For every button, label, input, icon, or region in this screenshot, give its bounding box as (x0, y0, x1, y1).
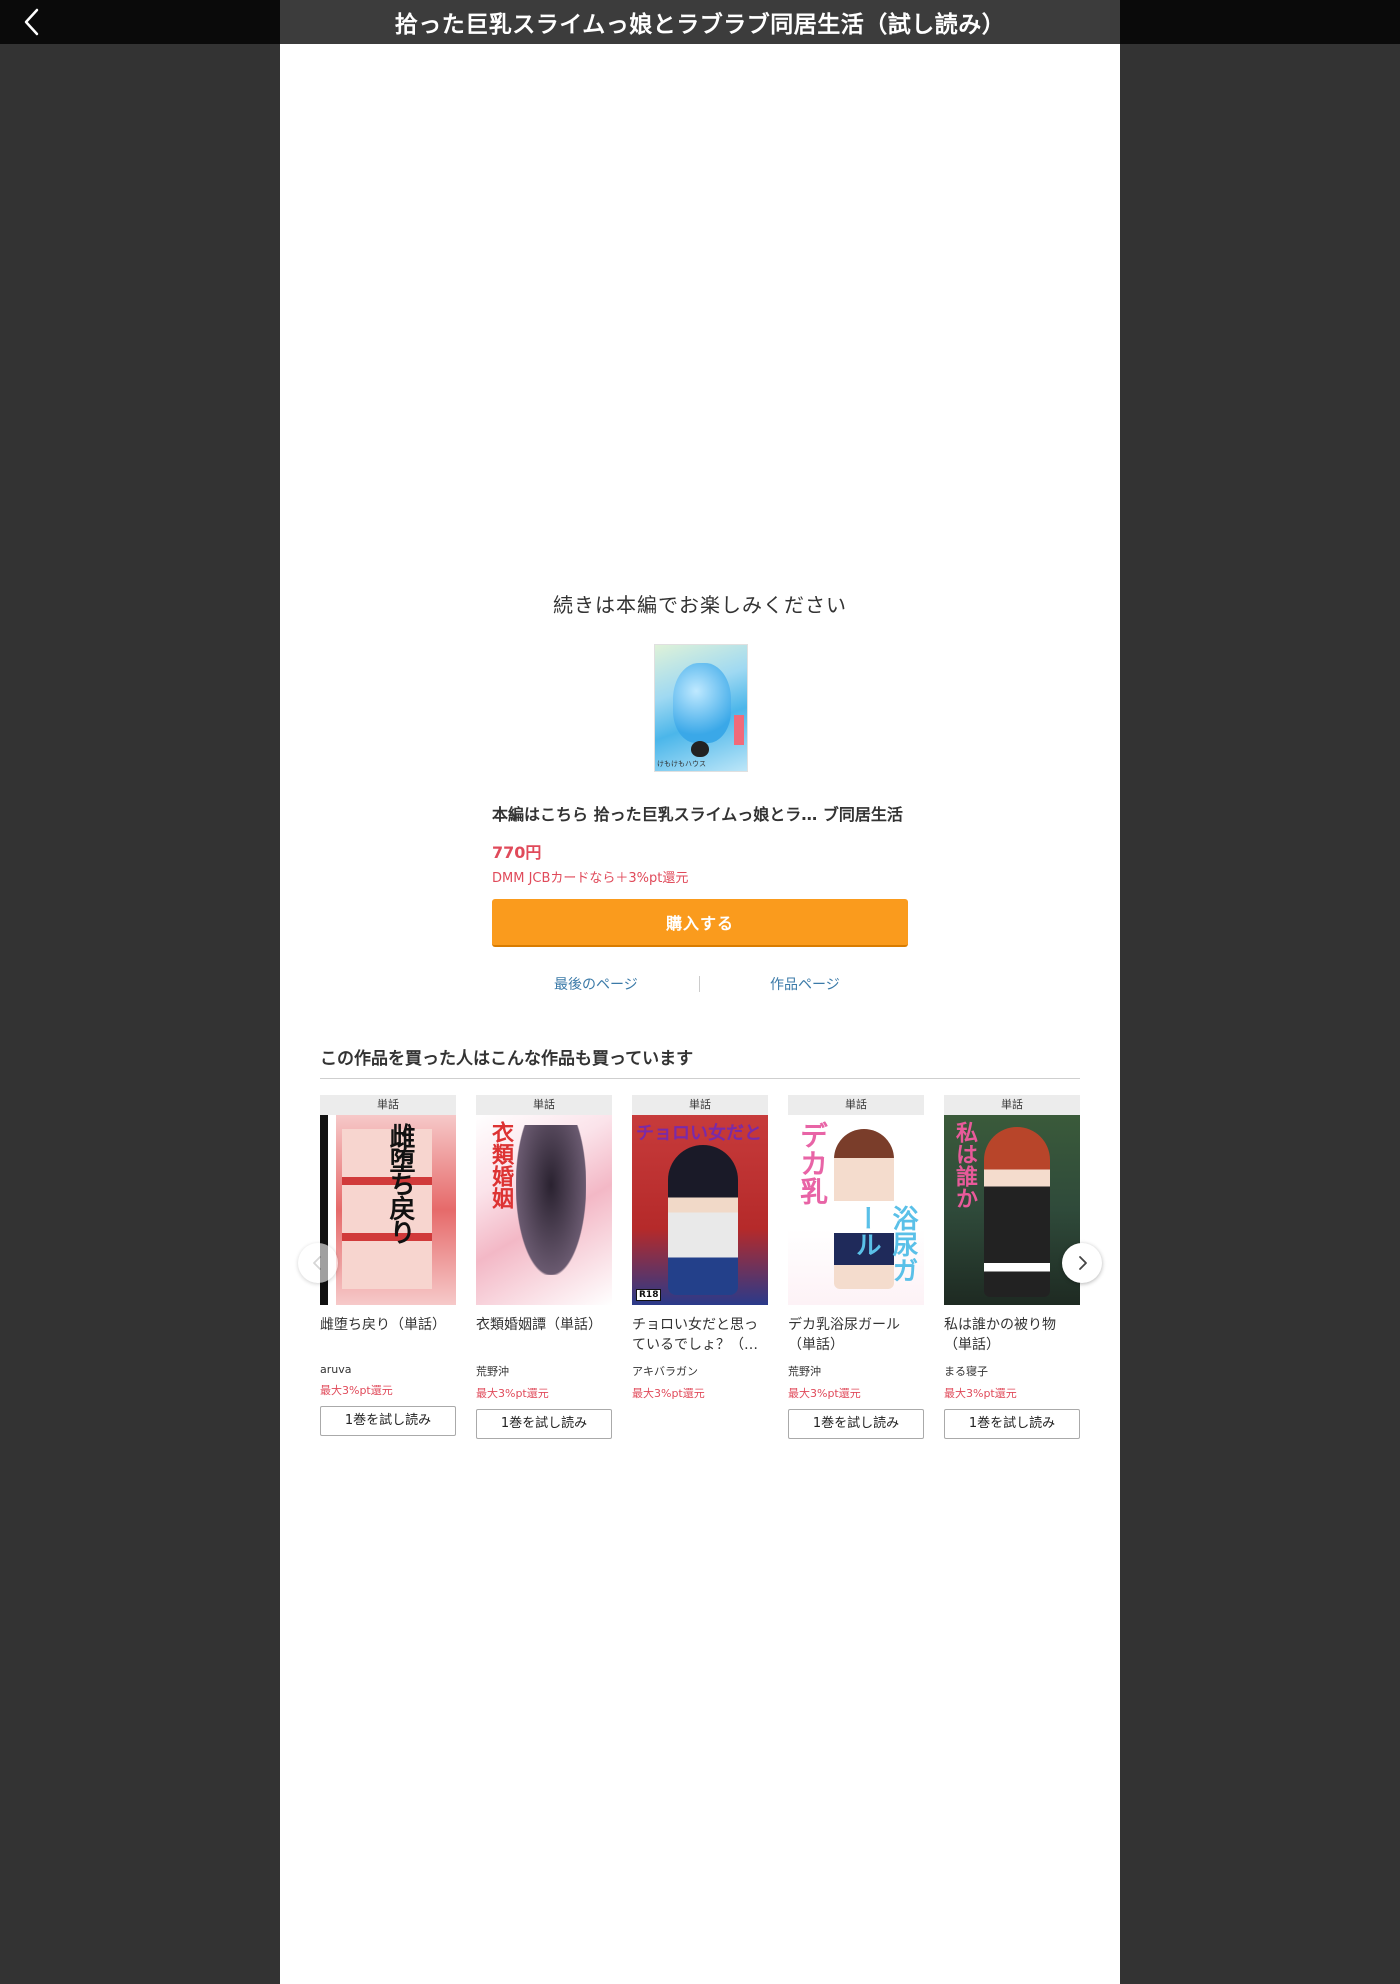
cover-thumbnail[interactable]: 衣類婚姻 (476, 1115, 612, 1305)
back-button[interactable] (14, 4, 50, 40)
item-name[interactable]: デカ乳浴尿ガール（単話） (788, 1315, 924, 1357)
product-title[interactable]: 本編はこちら 拾った巨乳スライムっ娘とラ… ブ同居生活 (492, 801, 908, 825)
item-author[interactable]: 荒野沖 (476, 1363, 612, 1379)
item-points: 最大3%pt還元 (632, 1387, 705, 1400)
item-author[interactable]: 荒野沖 (788, 1363, 924, 1379)
cover-thumbnail[interactable]: 雌堕ち戻り (320, 1115, 456, 1305)
trial-read-button[interactable]: 1巻を試し読み (476, 1409, 612, 1439)
recommendation-card[interactable]: 単話 デカ乳 浴尿ガール デカ乳浴尿ガール（単話） 荒野沖 最大3%pt還元 1… (788, 1095, 924, 1439)
chevron-right-icon (1079, 1256, 1087, 1270)
title-area: 拾った巨乳スライムっ娘とラブラブ同居生活（試し読み） (280, 0, 1120, 44)
recommendation-card[interactable]: 単話 雌堕ち戻り 雌堕ち戻り（単話） aruva 最大3%pt還元 1巻を試し読… (320, 1095, 456, 1436)
viewer-page: 続きは本編でお楽しみください けもけもハウス 本編はこちら 拾った巨乳スライムっ… (280, 44, 1120, 1984)
cover-title-text: 衣類婚姻 (488, 1121, 513, 1209)
r18-badge: R18 (636, 1289, 662, 1301)
cover-subtitle-text: 浴尿ガール (851, 1205, 918, 1283)
trial-read-button[interactable]: 1巻を試し読み (320, 1406, 456, 1436)
type-badge: 単話 (476, 1095, 612, 1115)
carousel-next-button[interactable] (1062, 1243, 1102, 1283)
top-bar: 拾った巨乳スライムっ娘とラブラブ同居生活（試し読み） (0, 0, 1400, 44)
continue-message: 続きは本編でお楽しみください (553, 593, 847, 617)
recommendation-card[interactable]: 単話 衣類婚姻 衣類婚姻譚（単話） 荒野沖 最大3%pt還元 1巻を試し読み (476, 1095, 612, 1439)
type-badge: 単話 (320, 1095, 456, 1115)
chevron-left-icon (24, 8, 39, 36)
item-points: 最大3%pt還元 (788, 1387, 861, 1400)
recommendation-card[interactable]: 単話 私は誰か 私は誰かの被り物（単話） まる寝子 最大3%pt還元 1巻を試し… (944, 1095, 1080, 1439)
item-name[interactable]: 衣類婚姻譚（単話） (476, 1315, 612, 1357)
cover-character (673, 663, 731, 743)
cover-art (516, 1125, 586, 1275)
item-points: 最大3%pt還元 (944, 1387, 1017, 1400)
recommendations-title: この作品を買った人はこんな作品も買っています (320, 1049, 694, 1069)
item-author[interactable]: まる寝子 (944, 1363, 1080, 1379)
cover-thumbnail[interactable]: 私は誰か (944, 1115, 1080, 1305)
product-page-link[interactable]: 作品ページ (770, 974, 840, 994)
last-page-link[interactable]: 最後のページ (554, 974, 638, 994)
page-links: 最後のページ 作品ページ (492, 974, 908, 998)
cover-thumbnail[interactable]: デカ乳 浴尿ガール (788, 1115, 924, 1305)
cover-art (984, 1127, 1050, 1297)
cover-art (668, 1145, 738, 1295)
cover-title-text: デカ乳 (796, 1121, 829, 1205)
heart-icon (691, 741, 709, 757)
page-title: 拾った巨乳スライムっ娘とラブラブ同居生活（試し読み） (394, 12, 1006, 38)
item-author[interactable]: アキバラガン (632, 1363, 768, 1379)
cover-title-text: 雌堕ち戻り (385, 1123, 415, 1243)
chevron-left-icon (313, 1256, 321, 1270)
item-name[interactable]: 雌堕ち戻り（単話） (320, 1315, 456, 1357)
section-divider (320, 1078, 1080, 1079)
trial-read-button[interactable]: 1巻を試し読み (944, 1409, 1080, 1439)
type-badge: 単話 (944, 1095, 1080, 1115)
item-name[interactable]: チョロい女だと思っているでしょ？（… (632, 1315, 768, 1357)
cover-tag (734, 715, 744, 745)
carousel-prev-button[interactable] (298, 1243, 338, 1283)
recommendation-card[interactable]: 単話 チョロい女だと R18 チョロい女だと思っているでしょ？（… アキバラガン… (632, 1095, 768, 1401)
price: 770円 (492, 843, 542, 862)
item-points: 最大3%pt還元 (320, 1384, 393, 1397)
item-author[interactable]: aruva (320, 1363, 456, 1376)
cover-publisher: けもけもハウス (657, 760, 706, 768)
buy-button[interactable]: 購入する (492, 899, 908, 947)
cover-thumbnail[interactable]: チョロい女だと R18 (632, 1115, 768, 1305)
trial-read-button[interactable]: 1巻を試し読み (788, 1409, 924, 1439)
type-badge: 単話 (788, 1095, 924, 1115)
type-badge: 単話 (632, 1095, 768, 1115)
item-points: 最大3%pt還元 (476, 1387, 549, 1400)
item-name[interactable]: 私は誰かの被り物（単話） (944, 1315, 1080, 1357)
link-divider (699, 976, 700, 992)
cashback-note: DMM JCBカードなら＋3%pt還元 (492, 871, 689, 886)
cover-title-text: 私は誰か (952, 1121, 977, 1209)
recommendation-carousel: 単話 雌堕ち戻り 雌堕ち戻り（単話） aruva 最大3%pt還元 1巻を試し読… (320, 1095, 1080, 1495)
book-cover-image[interactable]: けもけもハウス (654, 644, 748, 772)
cover-title-text: チョロい女だと (636, 1123, 762, 1144)
